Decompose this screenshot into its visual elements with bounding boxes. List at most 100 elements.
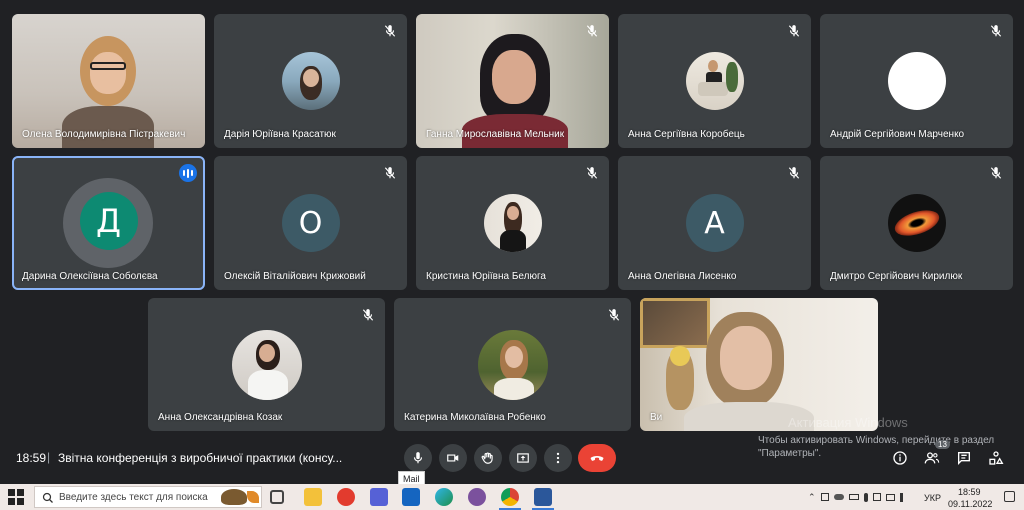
- volume-icon: [899, 492, 909, 502]
- participant-tile[interactable]: Дарія Юріївна Красатюк: [214, 14, 407, 148]
- taskbar-time[interactable]: 18:59: [958, 487, 981, 497]
- mic-off-icon: [788, 167, 800, 179]
- word-icon[interactable]: [534, 488, 552, 506]
- participant-name: Дарія Юріївна Красатюк: [224, 129, 336, 140]
- participant-avatar: [483, 194, 542, 252]
- participant-video: [12, 14, 205, 148]
- chevron-up-icon: ⌃: [808, 491, 816, 502]
- notifications-icon[interactable]: [1004, 491, 1015, 502]
- yandex-browser-icon[interactable]: [337, 488, 355, 506]
- participant-avatar: [887, 194, 946, 252]
- participant-tile[interactable]: Ганна Мирославівна Мельник: [416, 14, 609, 148]
- mic-off-icon: [586, 167, 598, 179]
- search-placeholder: Введите здесь текст для поиска: [59, 491, 208, 503]
- participant-tile[interactable]: А Анна Олегівна Лисенко: [618, 156, 811, 290]
- camera-button[interactable]: [439, 444, 467, 472]
- more-options-button[interactable]: [544, 444, 572, 472]
- participant-tile[interactable]: Андрій Сергійович Марченко: [820, 14, 1013, 148]
- microphone-tray-icon: [863, 492, 868, 502]
- mic-off-icon: [990, 25, 1002, 37]
- participant-tile-speaking[interactable]: Д Дарина Олексіївна Соболєва: [12, 156, 205, 290]
- participant-avatar: А: [685, 194, 744, 252]
- mail-icon[interactable]: [402, 488, 420, 506]
- participant-name: Катерина Миколаївна Робенко: [404, 412, 546, 423]
- speaking-indicator-icon: [179, 164, 197, 182]
- mic-off-icon: [586, 25, 598, 37]
- search-icon: [42, 492, 53, 503]
- taskbar-date[interactable]: 09.11.2022: [948, 499, 992, 509]
- participant-name: Анна Олександрівна Козак: [158, 412, 283, 423]
- meeting-info-button[interactable]: [890, 448, 910, 468]
- participant-tile[interactable]: О Олексій Віталійович Крижовий: [214, 156, 407, 290]
- task-view-icon[interactable]: [270, 490, 284, 504]
- cloud-icon: [833, 494, 844, 500]
- activation-title: Активация Windows: [788, 415, 908, 430]
- participant-name: Олексій Віталійович Крижовий: [224, 271, 366, 282]
- mic-off-icon: [362, 309, 374, 321]
- participant-tile[interactable]: Анна Сергіївна Коробець: [618, 14, 811, 148]
- participant-tile[interactable]: Олена Володимирівна Пістракевич: [12, 14, 205, 148]
- participant-avatar: [231, 330, 302, 400]
- participant-tile[interactable]: Кристина Юріївна Белюга: [416, 156, 609, 290]
- activities-icon: [989, 451, 1004, 465]
- participant-avatar: [887, 52, 946, 110]
- participant-tile[interactable]: Дмитро Сергійович Кирилюк: [820, 156, 1013, 290]
- system-tray-icons[interactable]: ⌃: [808, 490, 936, 504]
- edge-icon[interactable]: [435, 488, 453, 506]
- participant-name: Ганна Мирославівна Мельник: [426, 129, 565, 140]
- self-video: [640, 298, 878, 431]
- present-icon: [517, 453, 529, 463]
- mic-off-icon: [608, 309, 620, 321]
- end-call-button[interactable]: [578, 444, 616, 472]
- participant-name: Анна Сергіївна Коробець: [628, 129, 745, 140]
- meeting-control-bar: 18:59 | Звітна конференція з виробничої …: [0, 440, 1024, 480]
- raise-hand-icon: [481, 452, 493, 464]
- camera-icon: [447, 454, 459, 462]
- participant-name: Кристина Юріївна Белюга: [426, 271, 546, 282]
- keyboard-language[interactable]: УКР: [924, 493, 941, 503]
- windows-start-icon[interactable]: [8, 489, 24, 505]
- mic-icon: [413, 452, 423, 464]
- participant-avatar: [281, 52, 340, 110]
- participant-avatar: [685, 52, 744, 110]
- viber-icon[interactable]: [468, 488, 486, 506]
- people-button[interactable]: [922, 448, 942, 468]
- participant-name: Олена Володимирівна Пістракевич: [22, 129, 186, 140]
- participant-avatar: [477, 330, 548, 400]
- activities-button[interactable]: [986, 448, 1006, 468]
- self-name: Ви: [650, 412, 663, 423]
- participant-video: [416, 14, 609, 148]
- taskbar-search-box[interactable]: Введите здесь текст для поиска: [34, 486, 262, 508]
- mic-off-icon: [990, 167, 1002, 179]
- mic-off-icon: [384, 25, 396, 37]
- autumn-leaf-icon: [247, 491, 259, 503]
- chrome-icon[interactable]: [501, 488, 519, 506]
- chat-button[interactable]: [954, 448, 974, 468]
- network-icon: [885, 493, 895, 501]
- hedgehog-icon: [221, 489, 247, 505]
- end-call-icon: [590, 456, 604, 461]
- more-icon: [556, 452, 560, 464]
- participant-name: Анна Олегівна Лисенко: [628, 271, 737, 282]
- participant-name: Андрій Сергійович Марченко: [830, 129, 965, 140]
- battery-icon: [848, 494, 859, 500]
- tray-app-icon: [820, 493, 829, 501]
- present-button[interactable]: [509, 444, 537, 472]
- camera-tray-icon: [872, 493, 881, 501]
- file-explorer-icon[interactable]: [304, 488, 322, 506]
- mic-button[interactable]: [404, 444, 432, 472]
- participant-avatar: Д: [79, 192, 138, 250]
- meeting-title: Звітна конференція з виробничої практики…: [58, 451, 343, 465]
- raise-hand-button[interactable]: [474, 444, 502, 472]
- participant-tile[interactable]: Катерина Миколаївна Робенко: [394, 298, 631, 431]
- meeting-clock: 18:59: [16, 451, 47, 465]
- participant-avatar: О: [281, 194, 340, 252]
- participants-count-badge: 13: [935, 440, 950, 449]
- info-icon: [893, 451, 907, 465]
- windows-taskbar: Введите здесь текст для поиска ⌃ УКР 18:…: [0, 484, 1024, 510]
- self-view-tile[interactable]: Ви: [640, 298, 878, 431]
- chat-icon: [958, 452, 970, 465]
- app-icon[interactable]: [370, 488, 388, 506]
- participant-tile[interactable]: Анна Олександрівна Козак: [148, 298, 385, 431]
- participant-name: Дарина Олексіївна Соболєва: [22, 271, 158, 282]
